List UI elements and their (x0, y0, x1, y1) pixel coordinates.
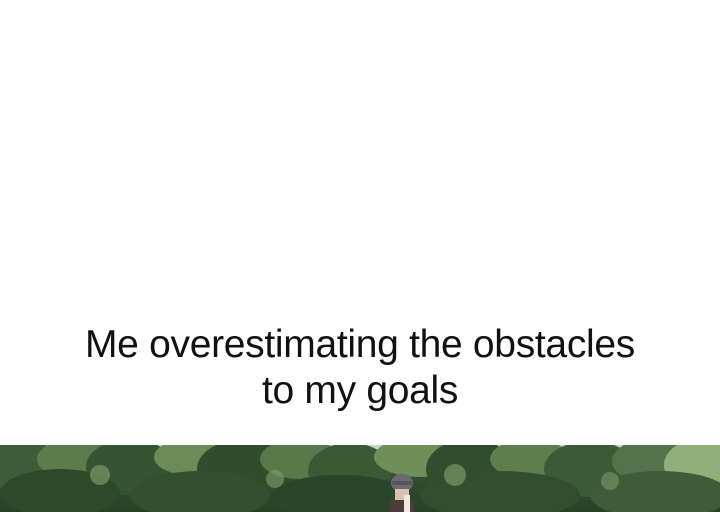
caption-line-2: to my goals (261, 369, 459, 412)
meme-frame: Me overestimating the obstacles to my go… (0, 0, 720, 512)
forest-scene (0, 445, 720, 512)
tree-canopy (0, 445, 720, 512)
meme-caption: Me overestimating the obstacles to my go… (0, 322, 720, 414)
caption-line-1: Me overestimating the obstacles (85, 323, 635, 366)
forest-photo (0, 445, 720, 512)
